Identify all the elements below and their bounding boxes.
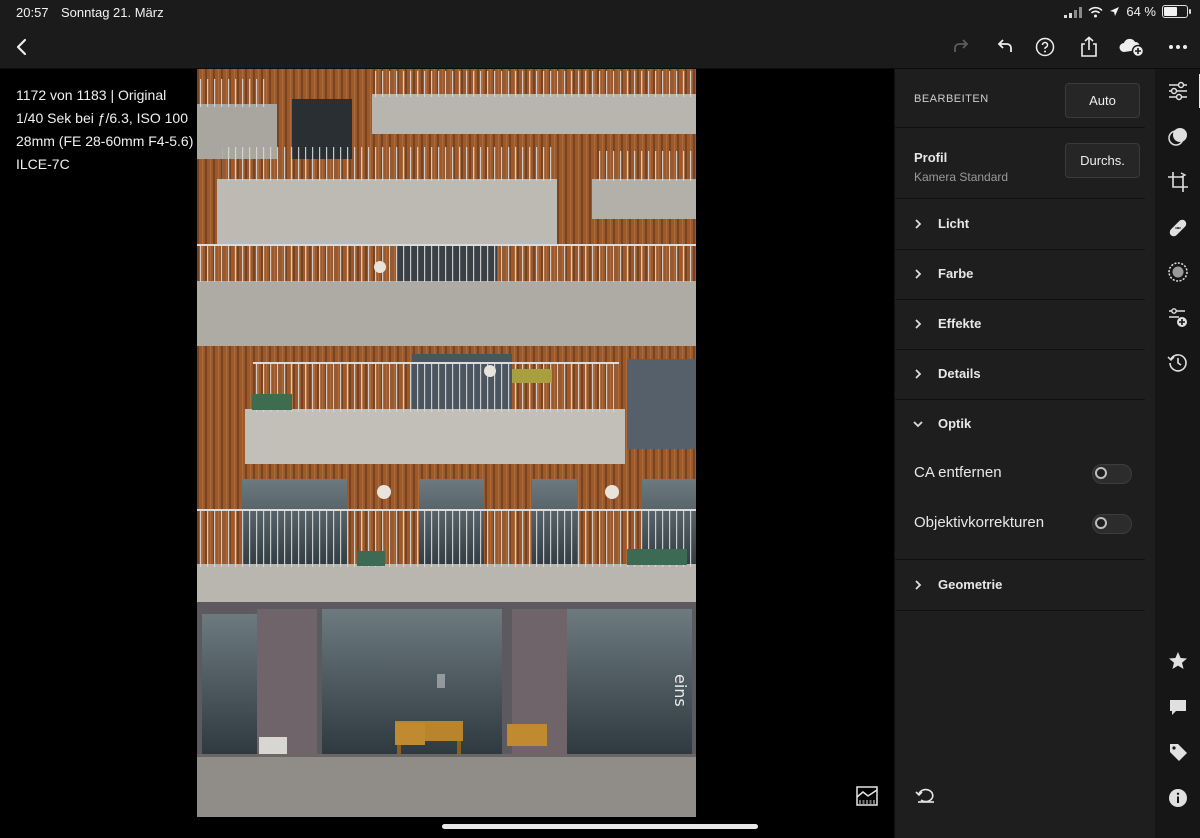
- section-details-label: Details: [938, 366, 981, 381]
- chevron-right-icon: [915, 319, 922, 329]
- chevron-down-icon: [913, 421, 923, 428]
- tool-rail: [1155, 69, 1200, 838]
- reset-button[interactable]: [915, 786, 937, 806]
- edit-tool[interactable]: [1165, 74, 1200, 108]
- back-chevron-icon: [16, 38, 27, 56]
- healing-icon: [1169, 219, 1187, 237]
- comment-icon: [1170, 700, 1186, 715]
- location-arrow-icon: [1110, 7, 1120, 16]
- section-effekte-label: Effekte: [938, 316, 982, 331]
- section-optik-label: Optik: [938, 416, 972, 431]
- photo-index: 1172 von 1183 | Original: [16, 87, 167, 103]
- before-after-button[interactable]: [856, 786, 880, 808]
- keywords-tool[interactable]: [1165, 739, 1191, 765]
- presets-icon: [1168, 128, 1187, 146]
- versions-icon: [1169, 308, 1187, 327]
- section-farbe[interactable]: Farbe: [895, 249, 1145, 300]
- rating-tool[interactable]: [1165, 648, 1191, 674]
- toggle-knob: [1095, 517, 1107, 529]
- reset-icon: [915, 788, 934, 803]
- lens-corrections-toggle[interactable]: [1092, 514, 1132, 534]
- info-icon: [1169, 789, 1187, 807]
- chevron-right-icon: [915, 219, 922, 229]
- undo-button[interactable]: [991, 34, 1019, 60]
- history-icon: [1167, 354, 1187, 372]
- masking-icon: [1168, 262, 1188, 282]
- edit-panel: BEARBEITEN Auto Profil Kamera Standard D…: [894, 69, 1156, 838]
- exposure-info: 1/40 Sek bei ƒ/6.3, ISO 100: [16, 110, 189, 126]
- section-geometrie[interactable]: Geometrie: [895, 560, 1145, 611]
- status-time: 20:57: [16, 5, 49, 20]
- help-button[interactable]: [1031, 34, 1059, 60]
- chevron-right-icon: [915, 369, 922, 379]
- history-tool[interactable]: [1165, 350, 1191, 376]
- lens-corrections-row: Objektivkorrekturen: [895, 499, 1145, 560]
- lens-corrections-label: Objektivkorrekturen: [914, 514, 1045, 531]
- section-optik[interactable]: Optik: [895, 399, 1145, 449]
- toggle-knob: [1095, 467, 1107, 479]
- battery-icon: [1162, 5, 1191, 18]
- share-icon: [1081, 36, 1097, 57]
- profile-title: Profil: [914, 150, 948, 165]
- back-button[interactable]: [8, 34, 36, 60]
- before-after-icon: [856, 786, 878, 806]
- lens-info: 28mm (FE 28-60mm F4-5.6): [16, 133, 194, 149]
- edit-sliders-icon: [1169, 81, 1187, 101]
- cloud-add-icon: [1119, 38, 1145, 57]
- share-button[interactable]: [1075, 34, 1103, 60]
- info-tool[interactable]: [1165, 785, 1191, 811]
- wifi-icon: [1088, 6, 1103, 17]
- auto-button[interactable]: Auto: [1065, 83, 1140, 118]
- crop-tool[interactable]: [1165, 169, 1191, 195]
- redo-icon: [954, 39, 969, 52]
- chevron-right-icon: [915, 269, 922, 279]
- profile-value: Kamera Standard: [914, 170, 1009, 184]
- status-icons: 64 %: [1064, 4, 1191, 19]
- section-geometrie-label: Geometrie: [938, 577, 1003, 592]
- status-bar: 20:57 Sonntag 21. März 64 %: [0, 0, 1200, 26]
- profile-row[interactable]: Profil Kamera Standard Durchs.: [895, 128, 1145, 199]
- building-photo: eins: [197, 69, 696, 817]
- presets-tool[interactable]: [1165, 124, 1191, 150]
- camera-model: ILCE-7C: [16, 156, 70, 172]
- comments-tool[interactable]: [1165, 694, 1191, 720]
- healing-tool[interactable]: [1165, 215, 1191, 241]
- section-farbe-label: Farbe: [938, 266, 974, 281]
- cellular-signal-icon: [1064, 6, 1083, 18]
- battery-percent: 64 %: [1126, 4, 1156, 19]
- section-effekte[interactable]: Effekte: [895, 299, 1145, 350]
- ca-remove-row: CA entfernen: [895, 449, 1145, 499]
- photo-info: 1172 von 1183 | Original 1/40 Sek bei ƒ/…: [16, 84, 193, 176]
- photo-canvas[interactable]: eins: [197, 69, 696, 817]
- status-date: Sonntag 21. März: [61, 5, 164, 20]
- more-icon: [1169, 45, 1187, 49]
- edit-header-title: BEARBEITEN: [914, 93, 989, 105]
- redo-button[interactable]: [947, 34, 975, 60]
- tag-icon: [1170, 744, 1187, 761]
- section-licht[interactable]: Licht: [895, 199, 1145, 250]
- ca-remove-label: CA entfernen: [914, 464, 1002, 481]
- section-licht-label: Licht: [938, 216, 970, 231]
- browse-profiles-button[interactable]: Durchs.: [1065, 143, 1140, 178]
- ca-remove-toggle[interactable]: [1092, 464, 1132, 484]
- section-details[interactable]: Details: [895, 349, 1145, 400]
- storefront-sign: eins: [671, 674, 690, 707]
- top-toolbar: [0, 26, 1200, 69]
- masking-tool[interactable]: [1165, 259, 1191, 285]
- cloud-sync-button[interactable]: [1118, 34, 1146, 60]
- chevron-right-icon: [915, 580, 922, 590]
- help-icon: [1035, 37, 1055, 57]
- undo-icon: [997, 39, 1012, 52]
- home-indicator[interactable]: [442, 824, 758, 829]
- crop-icon: [1168, 172, 1188, 192]
- rating-star-icon: [1169, 652, 1187, 669]
- more-button[interactable]: [1164, 34, 1192, 60]
- edit-header: BEARBEITEN Auto: [895, 69, 1145, 128]
- versions-tool[interactable]: [1165, 305, 1191, 331]
